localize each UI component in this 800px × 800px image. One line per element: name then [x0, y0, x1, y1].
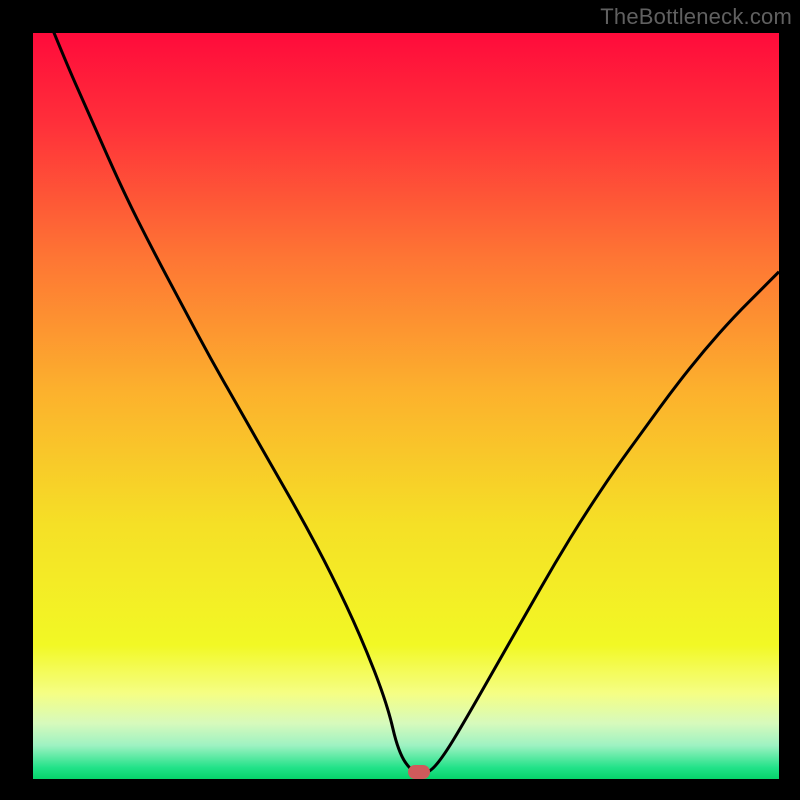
bottleneck-curve [33, 33, 779, 779]
watermark-text: TheBottleneck.com [600, 4, 792, 30]
optimum-marker [408, 765, 430, 779]
chart-frame: TheBottleneck.com [0, 0, 800, 800]
plot-area [33, 33, 779, 779]
